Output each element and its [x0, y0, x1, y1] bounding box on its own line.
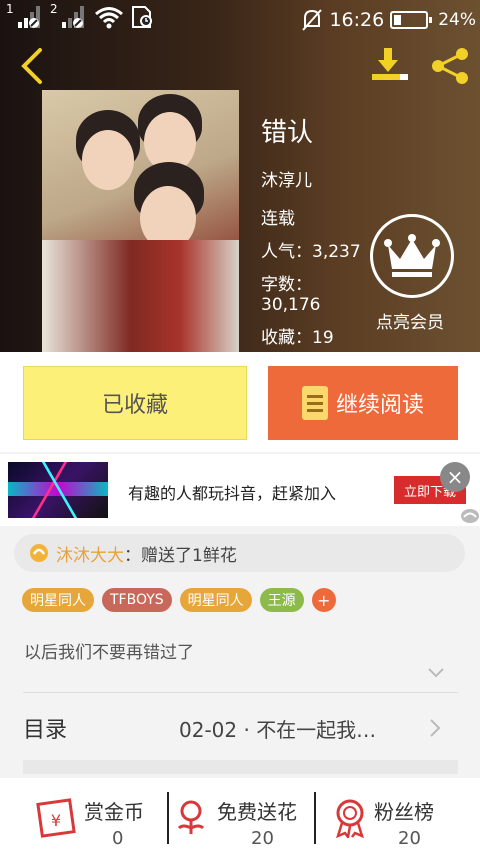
tag-item[interactable]: 明星同人 [179, 588, 252, 612]
book-word-count-label: 字数： [261, 275, 312, 295]
stat-label: 粉丝榜 [374, 800, 434, 824]
book-popularity: 人气：3,237 [261, 242, 361, 262]
book-author[interactable]: 沐淳儿 [261, 166, 312, 191]
signal-icon: 1 [6, 2, 44, 30]
divider [23, 760, 458, 774]
tag-item[interactable]: TFBOYS [102, 588, 172, 612]
book-hero: 1 2 16:26 24% 错认 沐淳儿 连载 人气：3,237 字数： 30,… [0, 0, 480, 352]
battery-percent: 24% [438, 10, 476, 30]
tag-label: TFBOYS [110, 592, 164, 608]
wifi-icon [95, 7, 123, 29]
chevron-right-icon [430, 719, 441, 737]
ad-thumbnail [8, 462, 108, 518]
red-envelope-icon: ¥ [36, 798, 76, 838]
download-icon[interactable] [370, 44, 410, 84]
continue-reading-label: 继续阅读 [335, 393, 424, 418]
bottom-stats-bar: ¥ 赏金币 0 免费送花 20 粉丝榜 20 [0, 778, 480, 854]
ad-banner[interactable]: 有趣的人都玩抖音，赶紧加入 立即下载 [0, 454, 480, 526]
action-bar: 已收藏 继续阅读 [0, 352, 480, 452]
book-cover [42, 90, 239, 352]
stat-label: 免费送花 [217, 800, 297, 824]
battery-icon [390, 11, 433, 29]
toc-label: 目录 [23, 718, 68, 743]
tag-list: 明星同人 TFBOYS 明星同人 王源 + [22, 588, 336, 612]
tag-item[interactable]: 王源 [259, 588, 304, 612]
ad-close-glyph: × [446, 465, 464, 489]
book-description: 以后我们不要再错过了 [24, 643, 194, 663]
stat-value: 20 [251, 828, 274, 849]
reward-coins-button[interactable]: ¥ 赏金币 0 [0, 778, 168, 854]
close-icon[interactable]: × [440, 462, 470, 492]
favorited-button[interactable]: 已收藏 [23, 366, 247, 440]
tag-item[interactable]: 明星同人 [22, 588, 94, 612]
status-bar: 1 2 16:26 24% [0, 0, 480, 38]
chevron-down-icon[interactable] [428, 668, 444, 678]
vip-button[interactable] [370, 214, 454, 298]
gift-notification: 沐沐大大 ：赠送了1鲜花 [14, 534, 465, 572]
medal-icon [336, 799, 364, 838]
share-icon[interactable] [430, 46, 470, 86]
vip-label[interactable]: 点亮会员 [376, 308, 444, 333]
continue-reading-button[interactable]: 继续阅读 [268, 366, 458, 440]
divider [23, 692, 458, 693]
book-title: 错认 [261, 118, 314, 148]
sd-card-icon [132, 6, 152, 28]
fan-ranking-button[interactable]: 粉丝榜 20 [316, 778, 480, 854]
book-word-count: 30,176 [261, 295, 321, 315]
mute-bell-icon [302, 9, 323, 31]
back-arrow-icon[interactable] [14, 46, 50, 86]
gift-user[interactable]: 沐沐大大 [56, 541, 124, 566]
stat-value: 0 [112, 828, 124, 849]
gift-icon [30, 544, 48, 562]
crown-icon [384, 234, 440, 277]
book-favorites: 收藏：19 [261, 328, 334, 348]
free-flower-button[interactable]: 免费送花 20 [169, 778, 314, 854]
ad-mark-icon [461, 509, 479, 523]
stat-value: 20 [398, 828, 421, 849]
gift-message: ：赠送了1鲜花 [124, 545, 237, 566]
favorited-label: 已收藏 [101, 393, 168, 418]
ad-text: 有趣的人都玩抖音，赶紧加入 [128, 484, 337, 503]
add-tag-button[interactable]: + [311, 588, 336, 612]
tag-label: 王源 [267, 593, 296, 609]
flower-icon [177, 800, 205, 834]
stat-label: 赏金币 [84, 800, 144, 824]
svg-text:¥: ¥ [51, 811, 61, 830]
book-status: 连载 [261, 209, 295, 229]
table-of-contents-row[interactable]: 目录 02-02 · 不在一起我… [23, 700, 458, 756]
add-tag-glyph: + [316, 590, 331, 610]
signal-icon: 2 [50, 2, 88, 30]
tag-label: 明星同人 [187, 593, 244, 609]
book-icon [301, 386, 328, 420]
latest-chapter: 02-02 · 不在一起我… [179, 718, 377, 742]
status-time: 16:26 [329, 9, 385, 31]
tag-label: 明星同人 [30, 593, 86, 609]
